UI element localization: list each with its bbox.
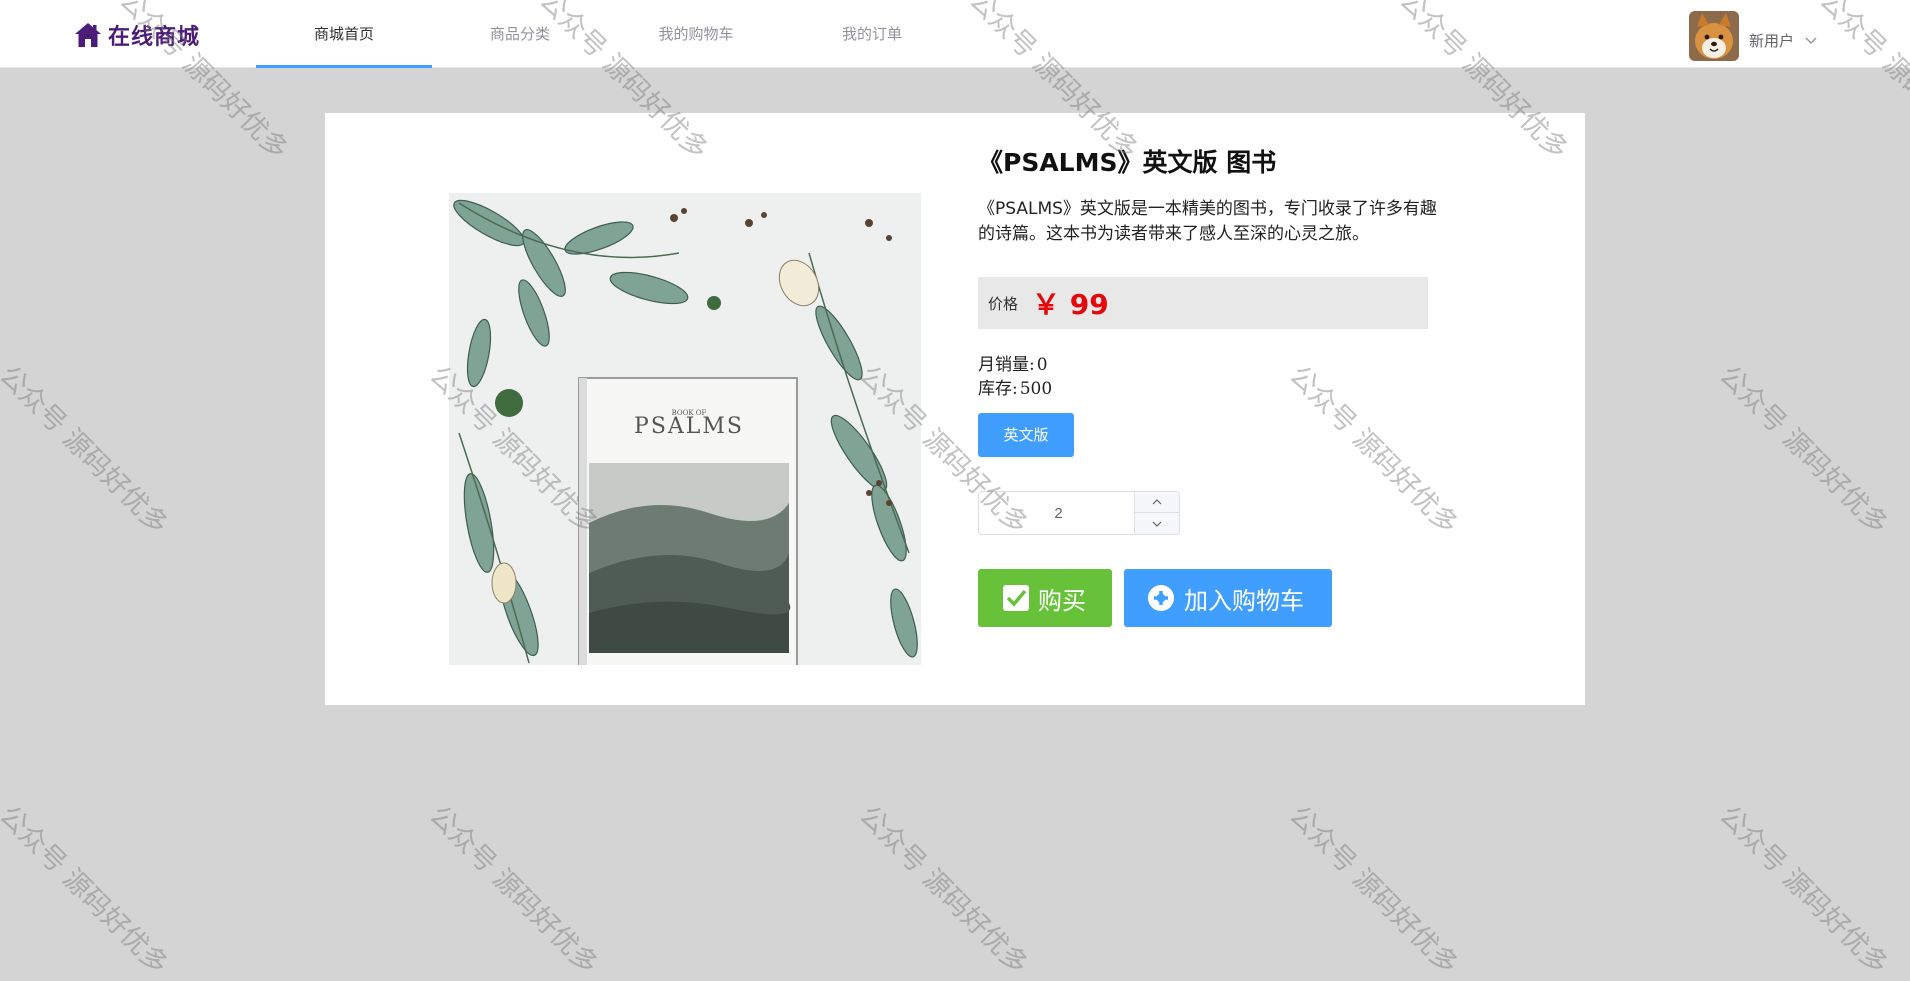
buy-button[interactable]: 购买 (978, 569, 1112, 627)
top-navbar: 在线商城 商城首页 商品分类 我的购物车 我的订单 新用户 (0, 0, 1910, 68)
nav-cart[interactable]: 我的购物车 (608, 0, 784, 68)
price-box: 价格 ￥ 99 (978, 277, 1428, 329)
action-buttons: 购买 加入购物车 (978, 569, 1448, 627)
site-title: 在线商城 (108, 25, 201, 50)
nav-categories[interactable]: 商品分类 (432, 0, 608, 68)
book-cover-title: PSALMS (634, 414, 744, 439)
username: 新用户 (1748, 31, 1794, 50)
product-card: BOOK OF PSALMS 《PSALMS》英文版 图书 《PSALMS》英文… (325, 113, 1585, 705)
quantity-stepper (978, 491, 1180, 536)
chevron-down-icon[interactable] (1804, 31, 1818, 50)
chevron-down-icon (1152, 521, 1162, 527)
stock-label: 库存: (978, 379, 1018, 399)
chevron-up-icon (1152, 499, 1162, 505)
monthly-sales-value: 0 (1036, 355, 1048, 375)
buy-button-label: 购买 (1038, 586, 1086, 615)
watermark: 公众号 源码好优多 (0, 799, 174, 981)
add-to-cart-label: 加入购物车 (1184, 586, 1304, 615)
home-icon (74, 21, 102, 49)
site-logo[interactable]: 在线商城 (74, 18, 200, 52)
watermark: 公众号 源码好优多 (1283, 799, 1464, 981)
product-image: BOOK OF PSALMS (449, 193, 921, 665)
product-title: 《PSALMS》英文版 图书 (978, 148, 1277, 177)
variant-option-english[interactable]: 英文版 (978, 413, 1074, 457)
avatar[interactable] (1688, 11, 1739, 61)
decrease-button[interactable] (1134, 513, 1179, 534)
monthly-sales-row: 月销量: 0 (978, 353, 1448, 377)
price-value: ￥ 99 (1032, 288, 1109, 321)
increase-button[interactable] (1134, 492, 1179, 513)
nav-orders[interactable]: 我的订单 (784, 0, 960, 68)
stock-row: 库存: 500 (978, 377, 1448, 401)
price-label: 价格 (988, 294, 1019, 313)
watermark: 公众号 源码好优多 (0, 359, 174, 541)
add-circle-icon (1146, 583, 1176, 613)
product-info: 《PSALMS》英文版 图书 《PSALMS》英文版是一本精美的图书，专门收录了… (978, 145, 1448, 627)
product-stats: 月销量: 0 库存: 500 (978, 353, 1448, 401)
watermark: 公众号 源码好优多 (1713, 359, 1894, 541)
check-icon (1002, 584, 1030, 612)
product-description: 《PSALMS》英文版是一本精美的图书，专门收录了许多有趣的诗篇。这本书为读者带… (978, 199, 1437, 244)
user-menu[interactable]: 新用户 (1688, 11, 1818, 61)
watermark: 公众号 源码好优多 (423, 799, 604, 981)
nav-home[interactable]: 商城首页 (256, 0, 432, 68)
watermark: 公众号 源码好优多 (853, 799, 1034, 981)
main-nav: 商城首页 商品分类 我的购物车 我的订单 (256, 0, 960, 68)
add-to-cart-button[interactable]: 加入购物车 (1124, 569, 1332, 627)
watermark: 公众号 源码好优多 (1713, 799, 1894, 981)
monthly-sales-label: 月销量: (978, 355, 1035, 375)
quantity-input[interactable] (979, 492, 1138, 536)
stock-value: 500 (1019, 379, 1053, 399)
